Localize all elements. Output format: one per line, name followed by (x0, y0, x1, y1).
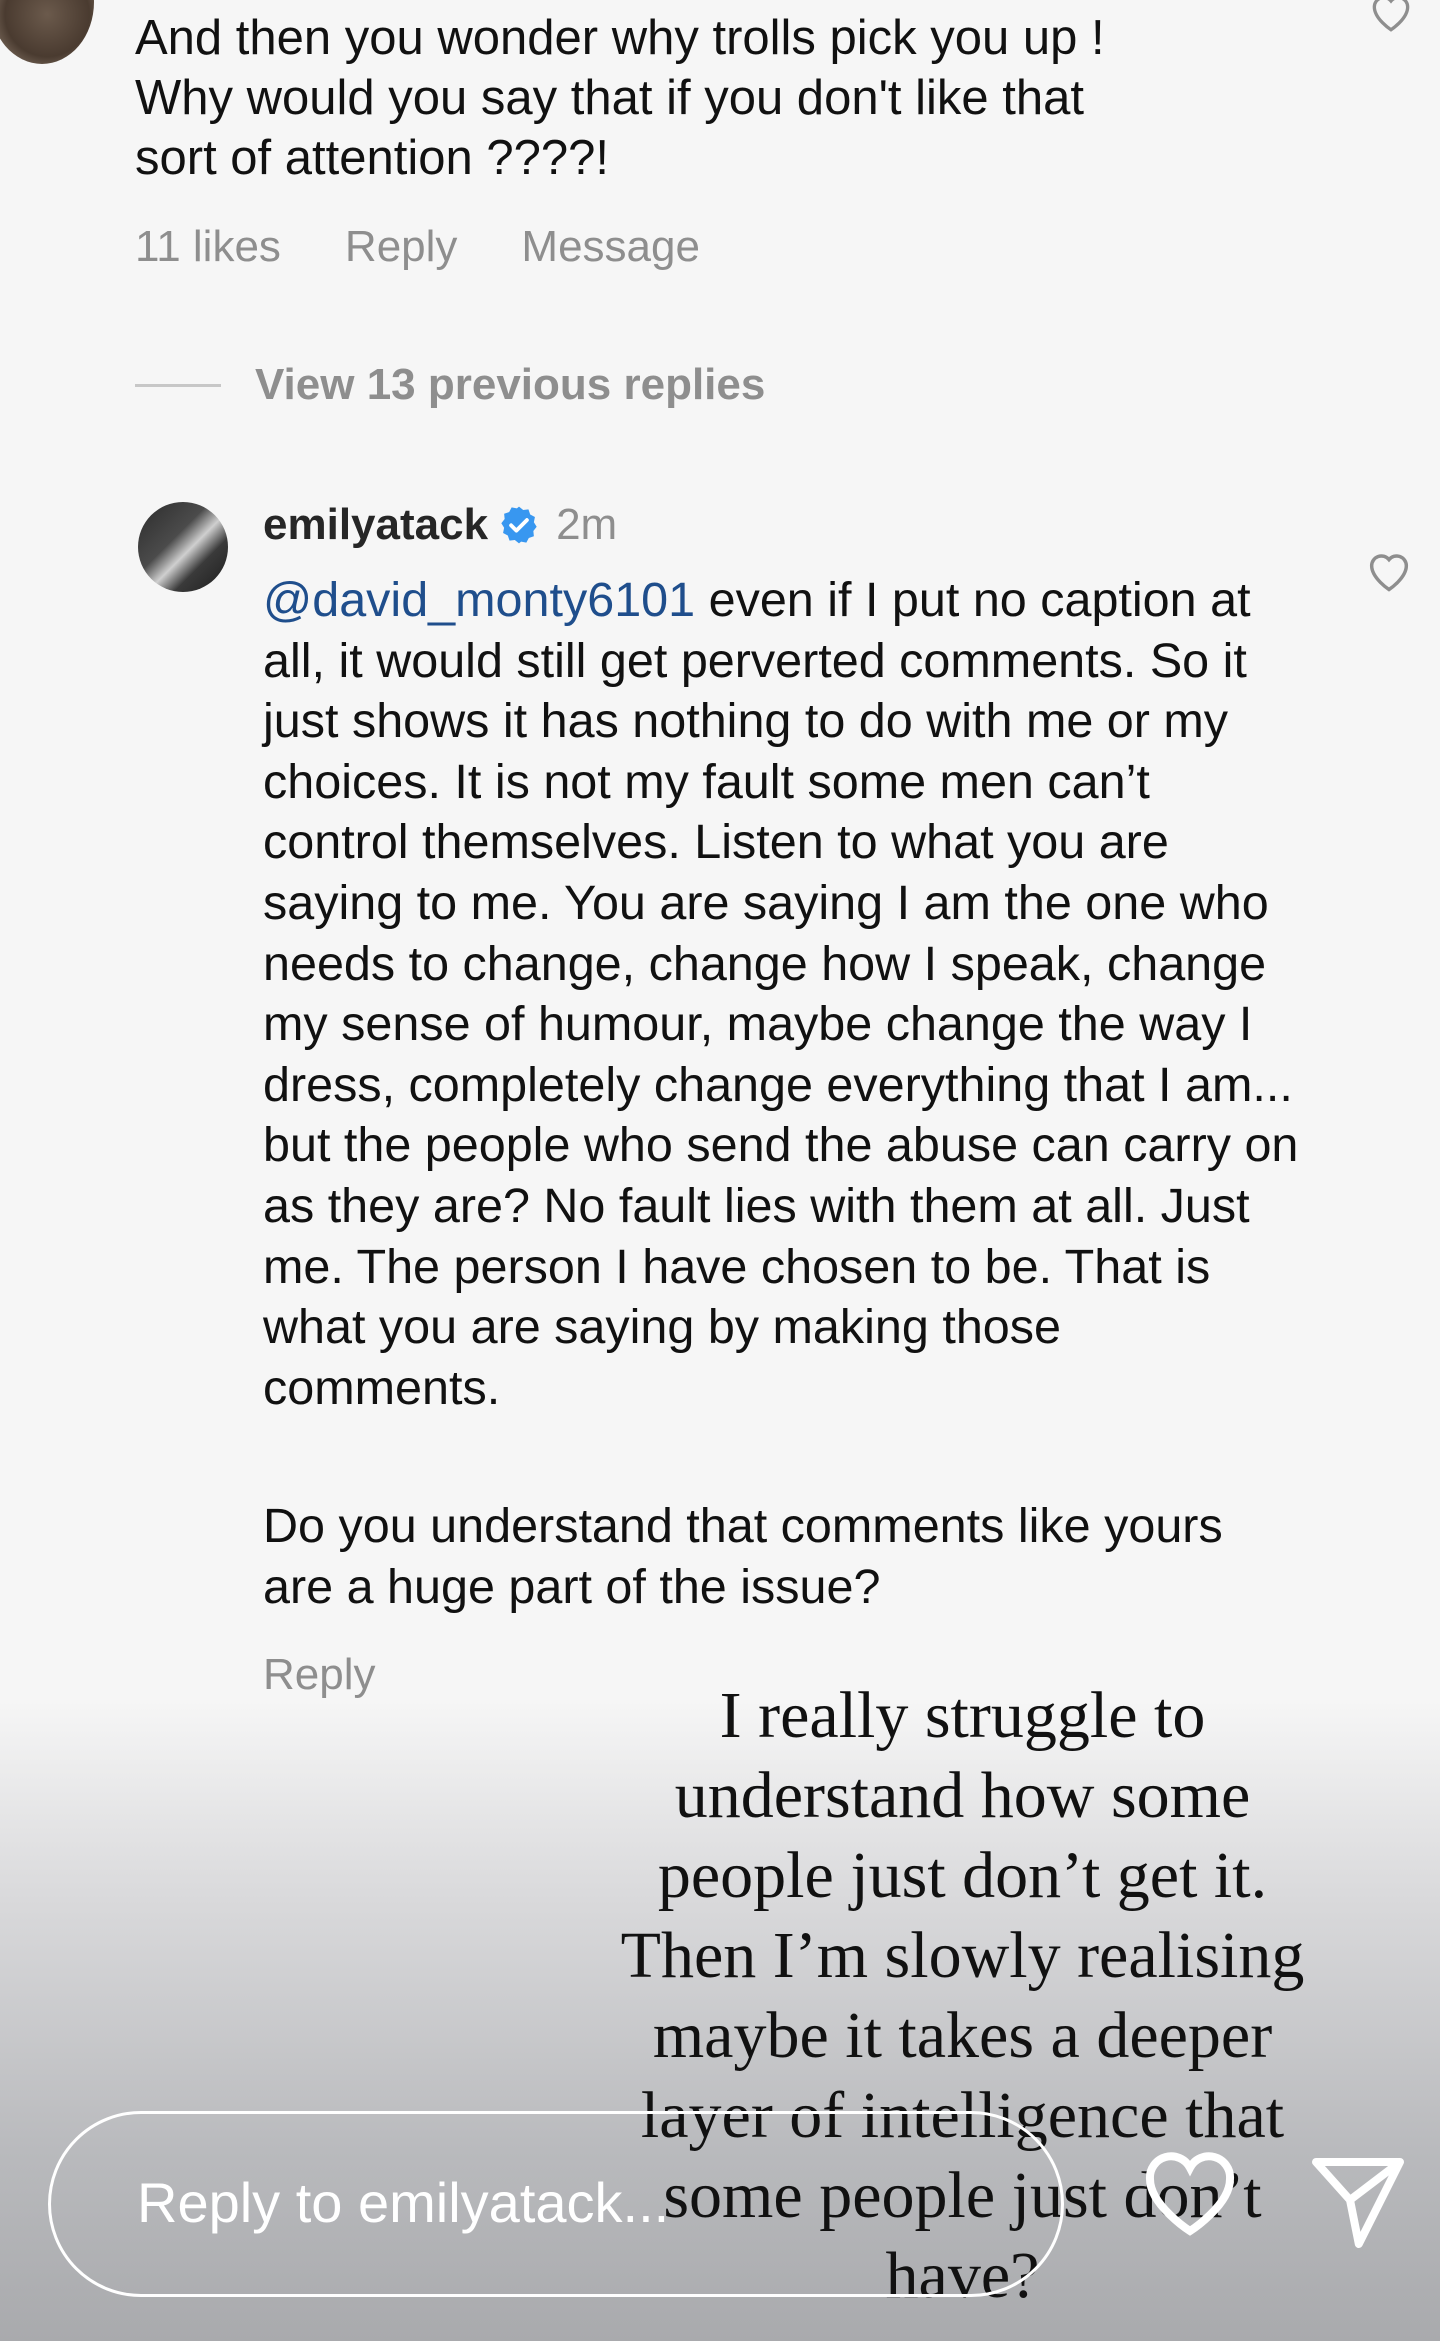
heart-outline-icon[interactable] (1366, 0, 1416, 34)
story-caption-line: Then I’m slowly realising (620, 1919, 1305, 1992)
comment-meta: 11 likes Reply Message (135, 222, 700, 272)
send-icon[interactable] (1306, 2150, 1410, 2254)
reply-timestamp: 2m (556, 500, 618, 549)
view-previous-replies-label: View 13 previous replies (255, 360, 766, 409)
reply-text-paragraph-2: Do you understand that comments like you… (263, 1499, 1223, 1614)
reply-text-body: even if I put no caption at all, it woul… (263, 573, 1299, 1415)
story-reply-placeholder: Reply to emilyatack... (137, 2171, 670, 2234)
story-caption-line: people just don’t get it. (657, 1839, 1268, 1912)
heart-icon[interactable] (1138, 2145, 1242, 2241)
reply-header: emilyatack 2m (263, 500, 617, 550)
story-caption-line: understand how some (674, 1759, 1251, 1832)
reply-username[interactable]: emilyatack (263, 500, 488, 550)
reply-mention-link[interactable]: @david_monty6101 (263, 573, 695, 627)
replies-divider-line (135, 383, 221, 387)
story-caption-line: maybe it takes a deeper (652, 1999, 1273, 2072)
commenter-avatar[interactable] (0, 0, 94, 64)
heart-outline-icon[interactable] (1363, 546, 1415, 594)
reply-button[interactable]: Reply (263, 1650, 376, 1700)
story-caption-line: I really struggle to (719, 1679, 1206, 1752)
reply-text: @david_monty6101 even if I put no captio… (263, 570, 1303, 1418)
comment-likes-count[interactable]: 11 likes (135, 222, 281, 272)
comment-text: And then you wonder why trolls pick you … (135, 11, 1105, 185)
reply-avatar[interactable] (138, 502, 228, 592)
comment-message-button[interactable]: Message (521, 222, 700, 272)
view-previous-replies[interactable]: View 13 previous replies (135, 360, 765, 410)
verified-badge-icon (501, 506, 537, 544)
comment-reply-button[interactable]: Reply (345, 222, 458, 272)
